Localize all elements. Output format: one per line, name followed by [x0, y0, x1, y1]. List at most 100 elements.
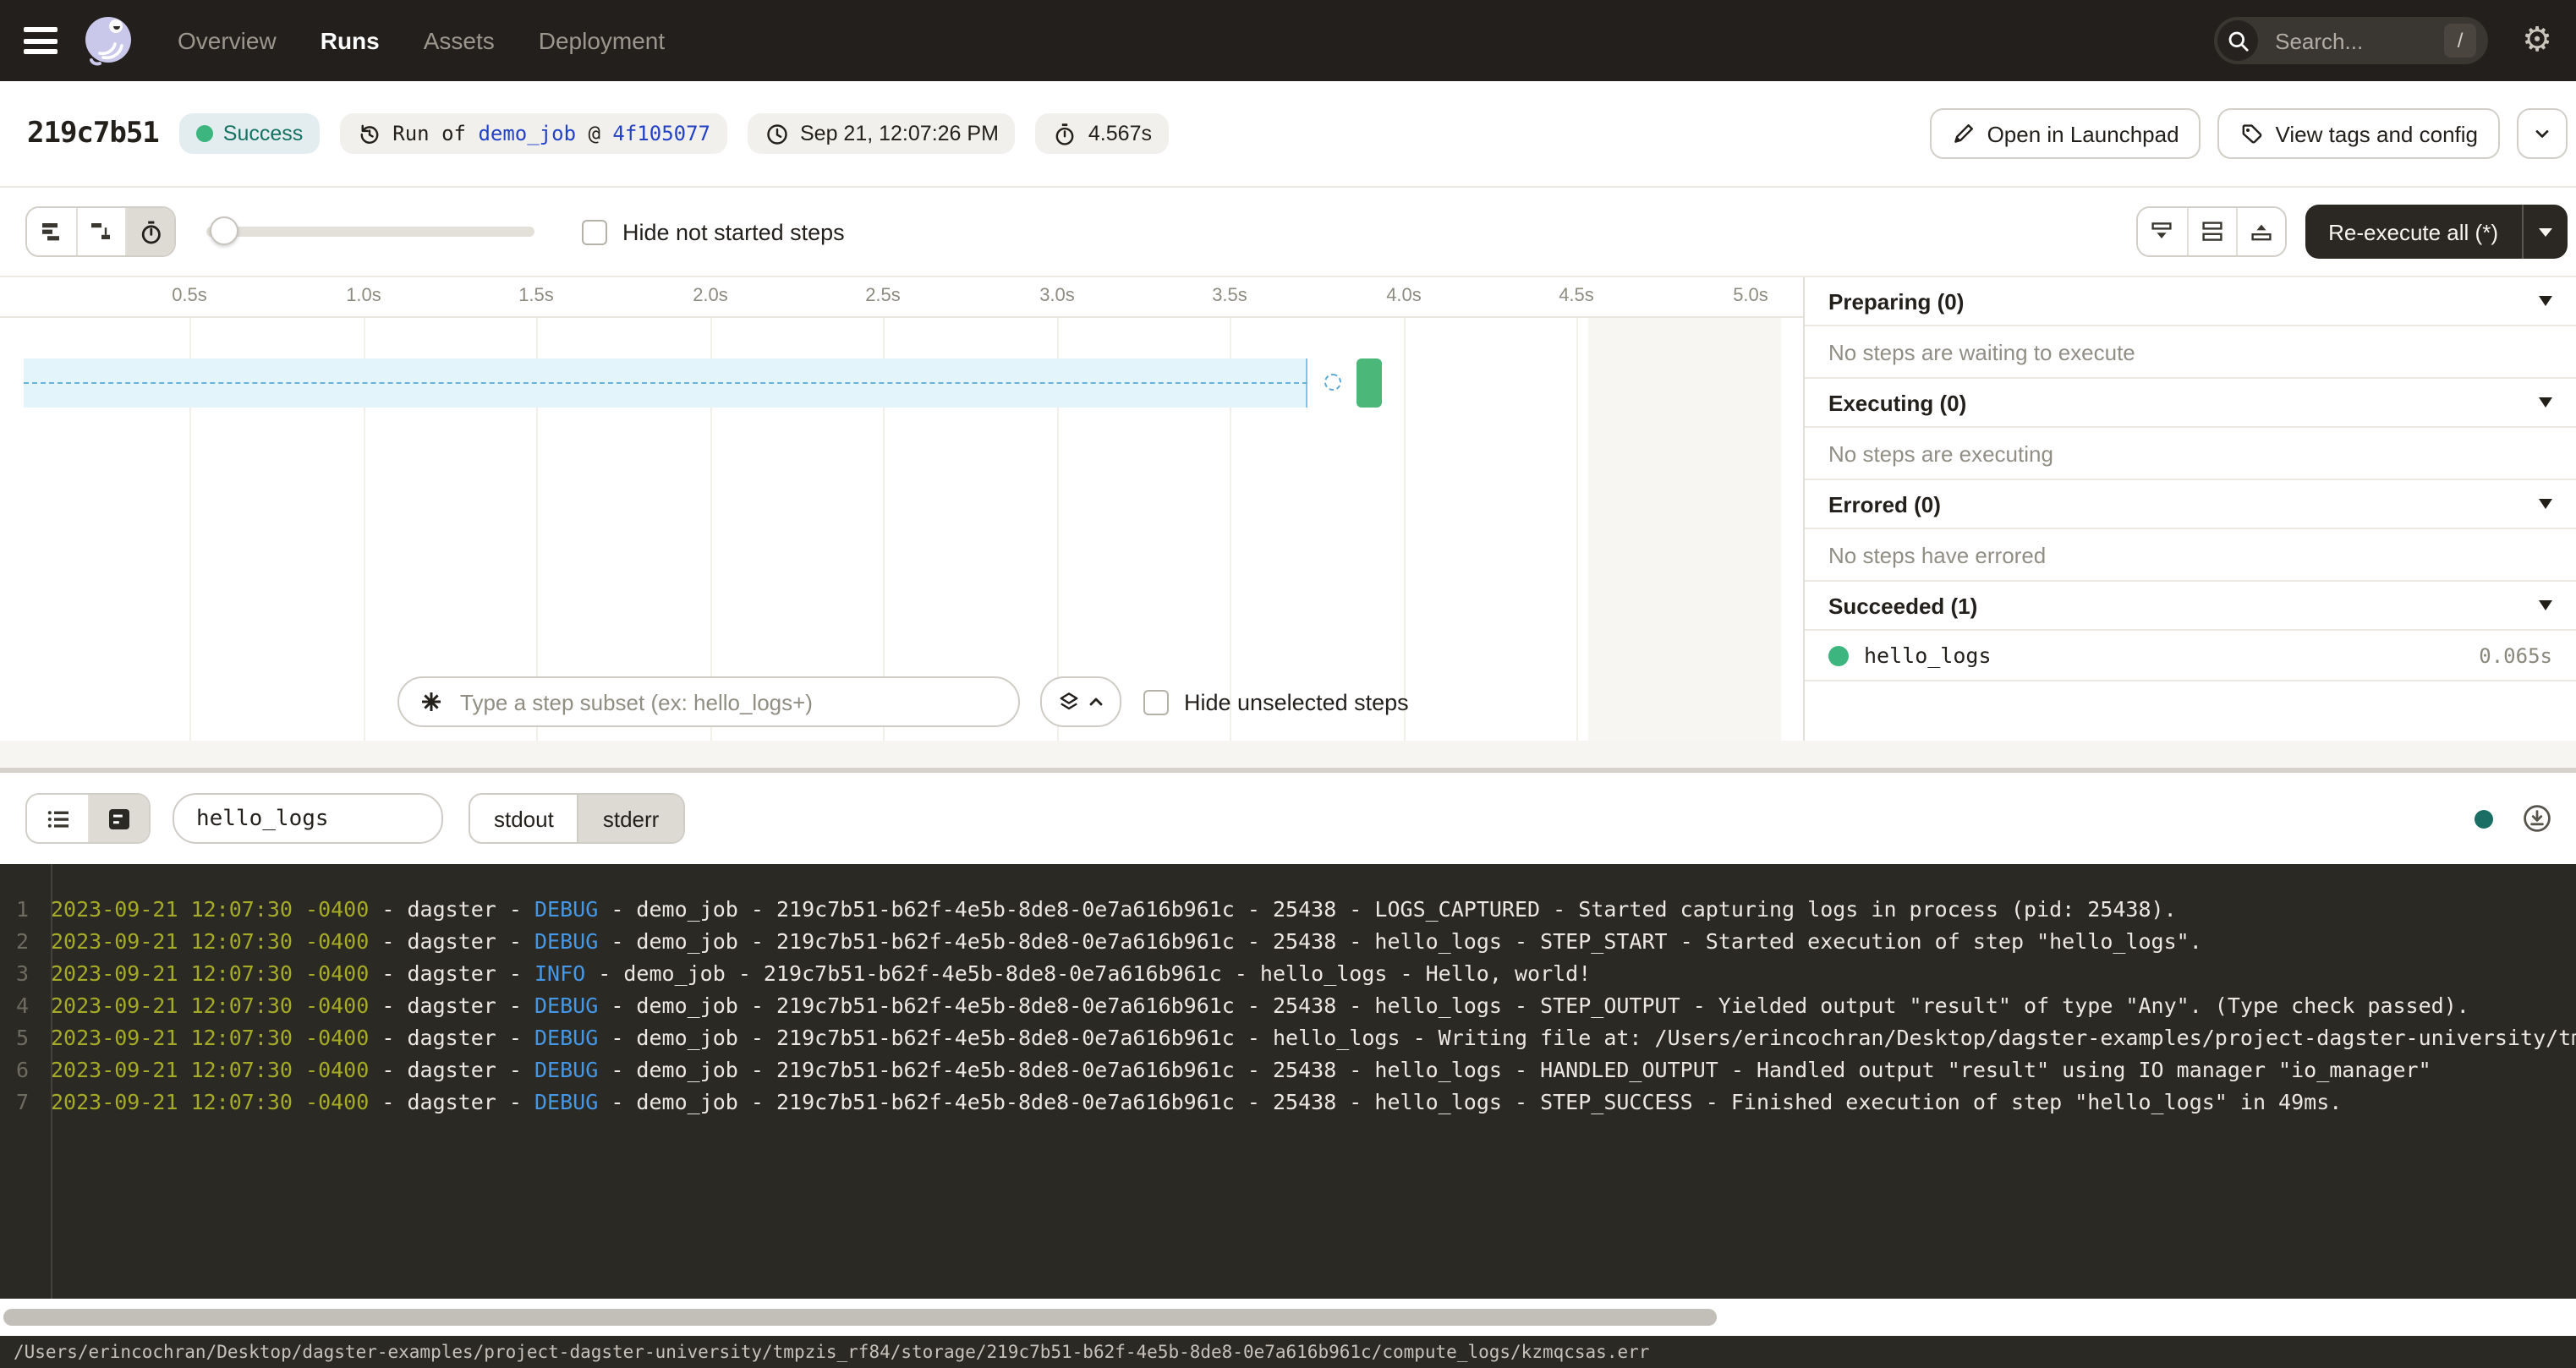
step-subset-input[interactable]	[457, 687, 998, 716]
axis-tick: 5.0s	[1717, 286, 1784, 306]
download-icon[interactable]	[2522, 803, 2552, 834]
history-icon	[357, 121, 382, 146]
log-file-path: /Users/erincochran/Desktop/dagster-examp…	[14, 1342, 1649, 1362]
gantt-toolbar: Hide not started steps Re-execute all (*…	[0, 188, 2576, 277]
step-subset-inputbox[interactable]	[397, 676, 1020, 727]
step-status-panel: Preparing (0) No steps are waiting to ex…	[1803, 277, 2576, 741]
succeeded-step-row[interactable]: hello_logs 0.065s	[1805, 631, 2576, 681]
run-of-badge: Run of demo_job @ 4f105077	[340, 113, 727, 154]
gantt-time-axis: 0.5s 1.0s 1.5s 2.0s 2.5s 3.0s 3.5s 4.0s …	[0, 277, 1803, 318]
section-succeeded[interactable]: Succeeded (1)	[1805, 582, 2576, 631]
step-start-marker	[1324, 374, 1341, 391]
view-flat-icon[interactable]	[27, 208, 76, 255]
status-badge: Success	[179, 113, 321, 154]
log-line: 62023-09-21 12:07:30 -0400 - dagster - D…	[0, 1053, 2576, 1086]
raw-log-viewer[interactable]: 12023-09-21 12:07:30 -0400 - dagster - D…	[0, 864, 2576, 1299]
expand-up-icon[interactable]	[2235, 208, 2284, 255]
hide-not-started-label: Hide not started steps	[622, 219, 845, 244]
search-box[interactable]: /	[2214, 17, 2488, 64]
layers-icon	[1057, 690, 1081, 714]
log-line: 22023-09-21 12:07:30 -0400 - dagster - D…	[0, 925, 2576, 957]
hide-unselected-control: Hide unselected steps	[1143, 689, 1409, 714]
axis-tick: 2.5s	[849, 286, 917, 306]
nav-overview[interactable]: Overview	[178, 27, 277, 54]
step-success-dot-icon	[1828, 645, 1849, 665]
reexecute-all-button[interactable]: Re-execute all (*)	[2305, 205, 2522, 259]
section-executing-empty: No steps are executing	[1805, 428, 2576, 480]
section-errored[interactable]: Errored (0)	[1805, 480, 2576, 529]
reexecute-dropdown-button[interactable]	[2522, 205, 2568, 259]
split-view-icon[interactable]	[2186, 208, 2235, 255]
section-executing[interactable]: Executing (0)	[1805, 379, 2576, 428]
log-line: 52023-09-21 12:07:30 -0400 - dagster - D…	[0, 1021, 2576, 1053]
log-line: 42023-09-21 12:07:30 -0400 - dagster - D…	[0, 989, 2576, 1021]
log-line: 12023-09-21 12:07:30 -0400 - dagster - D…	[0, 893, 2576, 925]
run-actions-dropdown-button[interactable]	[2517, 108, 2568, 159]
scrollbar-thumb[interactable]	[3, 1309, 1717, 1326]
gutter-divider	[51, 864, 52, 1299]
view-tags-config-button[interactable]: View tags and config	[2218, 108, 2500, 159]
axis-tick: 1.5s	[502, 286, 570, 306]
hide-unselected-label: Hide unselected steps	[1184, 689, 1409, 714]
log-line: 72023-09-21 12:07:30 -0400 - dagster - D…	[0, 1086, 2576, 1118]
zoom-slider-knob[interactable]	[210, 216, 238, 245]
run-main-split: 0.5s 1.0s 1.5s 2.0s 2.5s 3.0s 3.5s 4.0s …	[0, 277, 2576, 741]
log-stream-status-dot	[2475, 809, 2493, 828]
axis-tick: 1.0s	[330, 286, 397, 306]
main-nav: Overview Runs Assets Deployment	[178, 27, 665, 54]
collapse-down-icon[interactable]	[2137, 208, 2186, 255]
zoom-slider[interactable]	[206, 227, 534, 237]
axis-tick: 2.0s	[677, 286, 744, 306]
job-link[interactable]: demo_job	[478, 122, 576, 145]
commit-link[interactable]: 4f105077	[612, 122, 710, 145]
section-collapse-icon	[2539, 296, 2552, 306]
log-horizontal-scrollbar[interactable]	[0, 1299, 2576, 1336]
panel-layout-group	[2135, 206, 2286, 257]
nav-assets[interactable]: Assets	[424, 27, 495, 54]
stopwatch-icon	[1053, 121, 1078, 146]
raw-console-icon[interactable]	[88, 795, 149, 842]
search-icon	[2217, 20, 2258, 61]
success-dot-icon	[196, 125, 213, 142]
section-collapse-icon	[2539, 397, 2552, 408]
view-waterfall-icon[interactable]	[76, 208, 125, 255]
hamburger-menu-icon[interactable]	[24, 27, 58, 54]
top-nav: Overview Runs Assets Deployment / ⚙	[0, 0, 2576, 81]
pane-splitter[interactable]	[0, 741, 2576, 773]
graph-query-toggle-button[interactable]	[1040, 676, 1121, 727]
tab-stderr[interactable]: stderr	[578, 795, 682, 842]
log-step-filter-input[interactable]	[173, 793, 443, 844]
log-file-path-bar: /Users/erincochran/Desktop/dagster-examp…	[0, 1336, 2576, 1368]
op-selector-icon	[419, 690, 443, 714]
run-id: 219c7b51	[27, 117, 159, 150]
step-bar-hello-logs[interactable]	[1357, 358, 1382, 408]
nav-runs[interactable]: Runs	[321, 27, 380, 54]
tab-stdout[interactable]: stdout	[470, 795, 578, 842]
gantt-plot-area[interactable]: Hide unselected steps	[0, 318, 1803, 741]
hide-not-started-checkbox[interactable]	[582, 219, 607, 244]
section-preparing[interactable]: Preparing (0)	[1805, 277, 2576, 326]
gantt-chart: 0.5s 1.0s 1.5s 2.0s 2.5s 3.0s 3.5s 4.0s …	[0, 277, 1803, 741]
reexecute-split-button: Re-execute all (*)	[2305, 205, 2568, 259]
structured-log-list-icon[interactable]	[27, 795, 88, 842]
section-collapse-icon	[2539, 600, 2552, 610]
nav-deployment[interactable]: Deployment	[539, 27, 665, 54]
section-preparing-empty: No steps are waiting to execute	[1805, 326, 2576, 379]
step-waiting-dotted-line	[24, 382, 1307, 384]
axis-tick: 0.5s	[156, 286, 223, 306]
view-timer-icon[interactable]	[125, 208, 174, 255]
tag-icon	[2240, 122, 2264, 145]
caret-down-icon	[2539, 227, 2552, 236]
hide-unselected-checkbox[interactable]	[1143, 689, 1169, 714]
log-toolbar: stdout stderr	[0, 773, 2576, 864]
timestamp-badge: Sep 21, 12:07:26 PM	[748, 113, 1016, 154]
search-input[interactable]	[2272, 26, 2444, 55]
hide-not-started-control: Hide not started steps	[582, 219, 845, 244]
chevron-down-icon	[2532, 123, 2552, 144]
stdio-tabs: stdout stderr	[469, 793, 684, 844]
gear-icon[interactable]: ⚙	[2522, 24, 2552, 57]
duration-badge: 4.567s	[1036, 113, 1169, 154]
app-root: Overview Runs Assets Deployment / ⚙ 219c…	[0, 0, 2576, 1368]
open-in-launchpad-button[interactable]: Open in Launchpad	[1930, 108, 2201, 159]
dagster-logo-icon[interactable]	[79, 12, 137, 69]
